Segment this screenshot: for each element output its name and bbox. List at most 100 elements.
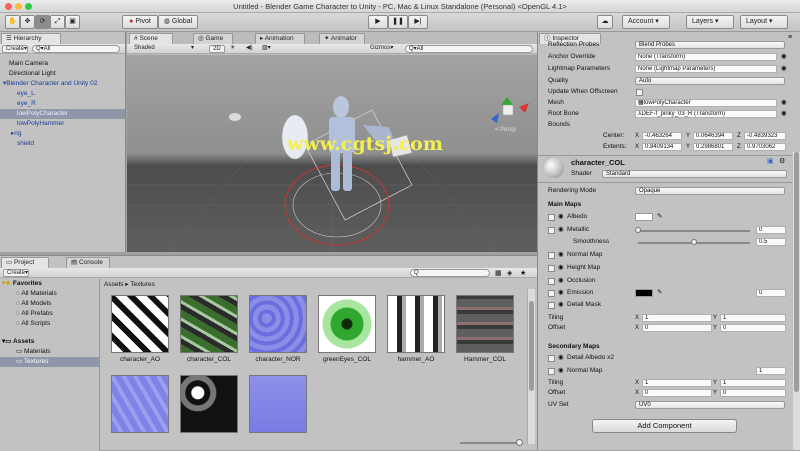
asset-thumb-normal-3[interactable] [249,375,307,433]
play-button[interactable]: ▶ [368,15,388,29]
asset-thumb-normal-2[interactable] [111,375,169,433]
anchor-override-field[interactable]: None (Transform) [635,53,777,61]
secondary-tiling-y-field[interactable]: 1 [720,379,786,387]
uv-set-dropdown[interactable]: UV0 [635,401,785,409]
filter-label-icon[interactable]: ◈ [507,269,512,277]
normal-map-texture-slot[interactable] [548,252,555,259]
tree-item-textures[interactable]: ▭ Textures [0,357,100,367]
emission-value-field[interactable]: 0 [756,289,786,297]
rotate-tool-button[interactable]: ⟳ [35,15,50,29]
minimize-window-button[interactable] [15,3,22,10]
eyedropper-icon[interactable]: ✎ [657,288,662,298]
shading-mode-dropdown[interactable]: Shaded ▾ [131,45,205,53]
tree-item-assets[interactable]: ▾▭ Assets [0,337,100,347]
center-y-field[interactable]: 0.0646394 [693,132,733,140]
secondary-normal-texture-slot[interactable] [548,368,555,375]
object-picker-icon[interactable]: ◉ [781,98,787,108]
tree-item-directional-light[interactable]: Directional Light [0,69,125,79]
asset-thumb-character-col[interactable] [180,295,238,353]
reflection-probes-dropdown[interactable]: Blend Probes [635,41,785,49]
favorite-star-icon[interactable]: ★ [520,269,526,277]
tree-item-all-models[interactable]: ◌ All Models [0,299,100,309]
add-component-button[interactable]: Add Component [592,419,737,433]
tree-item-lowpolycharacter[interactable]: lowPolyCharacter [0,109,125,119]
rect-tool-button[interactable]: ▣ [65,15,80,29]
hand-tool-button[interactable]: ✋ [5,15,20,29]
account-dropdown[interactable]: Account ▾ [622,15,670,29]
help-icon[interactable]: ▣ [767,157,774,165]
height-map-texture-slot[interactable] [548,265,555,272]
pivot-toggle[interactable]: ● Pivot [122,15,158,29]
tree-item-main-camera[interactable]: Main Camera [0,59,125,69]
audio-toggle[interactable]: ◀) [243,45,255,53]
hierarchy-search-input[interactable]: Q▾All [32,45,120,53]
tree-item-character-root[interactable]: ▾Blender Character and Unity 02 [0,79,125,89]
metallic-slider-knob[interactable] [635,227,641,233]
slider-knob[interactable] [516,439,523,446]
asset-thumb-character-ao[interactable] [111,295,169,353]
tree-item-materials[interactable]: ▭ Materials [0,347,100,357]
secondary-tiling-x-field[interactable]: 1 [642,379,712,387]
lightmap-parameters-field[interactable]: None (Lightmap Parameters) [635,65,777,73]
quality-dropdown[interactable]: Auto [635,77,785,85]
scene-viewport[interactable]: < Persp www.cgtsj.com [127,55,537,252]
center-x-field[interactable]: -0.463264 [642,132,682,140]
pause-button[interactable]: ❚❚ [388,15,408,29]
detail-mask-texture-slot[interactable] [548,302,555,309]
extents-y-field[interactable]: 0.2986801 [693,143,733,151]
offset-x-field[interactable]: 0 [642,324,712,332]
tree-item-all-prefabs[interactable]: ◌ All Prefabs [0,309,100,319]
animation-tab[interactable]: ▸ Animation [255,33,305,44]
object-picker-icon[interactable]: ◉ [781,52,787,62]
hierarchy-create-button[interactable]: Create▾ [2,45,28,53]
tiling-x-field[interactable]: 1 [642,314,712,322]
animator-tab[interactable]: ✦ Animator [319,33,365,44]
layers-dropdown[interactable]: Layers ▾ [686,15,734,29]
extents-x-field[interactable]: 0.8409134 [642,143,682,151]
detail-albedo-texture-slot[interactable] [548,355,555,362]
update-offscreen-checkbox[interactable] [636,89,643,96]
cloud-button[interactable]: ☁ [597,15,613,29]
secondary-offset-x-field[interactable]: 0 [642,389,712,397]
tree-item-rig[interactable]: ▸rig [0,129,125,139]
thumbnail-size-slider[interactable] [460,442,520,444]
emission-color-swatch[interactable] [635,289,653,297]
gizmos-dropdown[interactable]: Gizmos▾ [367,45,401,53]
project-create-button[interactable]: Create▾ [3,269,29,277]
metallic-slider-track[interactable] [638,230,750,232]
asset-thumb-character-nor[interactable] [249,295,307,353]
metallic-texture-slot[interactable] [548,227,555,234]
tree-item-lowpolyhammer[interactable]: lowPolyHammer [0,119,125,129]
shader-dropdown[interactable]: Standard [602,170,787,178]
effects-toggle[interactable]: ▨▾ [259,45,277,53]
object-picker-icon[interactable]: ◉ [781,109,787,119]
smoothness-slider-knob[interactable] [691,239,697,245]
scrollbar-thumb[interactable] [794,152,799,392]
tree-item-eye-r[interactable]: eye_R [0,99,125,109]
center-z-field[interactable]: -0.4839323 [744,132,786,140]
settings-gear-icon[interactable]: ⚙ [779,157,785,165]
mesh-field[interactable]: ▦lowPolyCharacter [635,99,777,107]
tiling-y-field[interactable]: 1 [720,314,786,322]
asset-thumb-hammer-ao[interactable] [387,295,445,353]
eyedropper-icon[interactable]: ✎ [657,212,662,222]
tree-item-all-scripts[interactable]: ◌ All Scripts [0,319,100,329]
rendering-mode-dropdown[interactable]: Opaque [635,187,785,195]
albedo-texture-slot[interactable] [548,214,555,221]
scrollbar-thumb[interactable] [529,301,534,391]
tree-item-eye-l[interactable]: eye_L [0,89,125,99]
global-toggle[interactable]: ◍ Global [158,15,198,29]
close-window-button[interactable] [5,3,12,10]
emission-checkbox[interactable] [548,290,555,297]
albedo-color-swatch[interactable] [635,213,653,221]
console-tab[interactable]: ▤ Console [66,257,110,268]
perspective-label[interactable]: < Persp [495,127,516,133]
move-tool-button[interactable]: ✥ [20,15,35,29]
asset-grid-scrollbar[interactable] [527,289,535,444]
zoom-window-button[interactable] [25,3,32,10]
asset-thumb-greeneyes-col[interactable] [318,295,376,353]
tree-item-favorites[interactable]: ▾★ Favorites [0,279,100,289]
occlusion-texture-slot[interactable] [548,278,555,285]
2d-toggle[interactable]: 2D [209,45,225,53]
hierarchy-tab[interactable]: ☰ Hierarchy [1,33,61,44]
